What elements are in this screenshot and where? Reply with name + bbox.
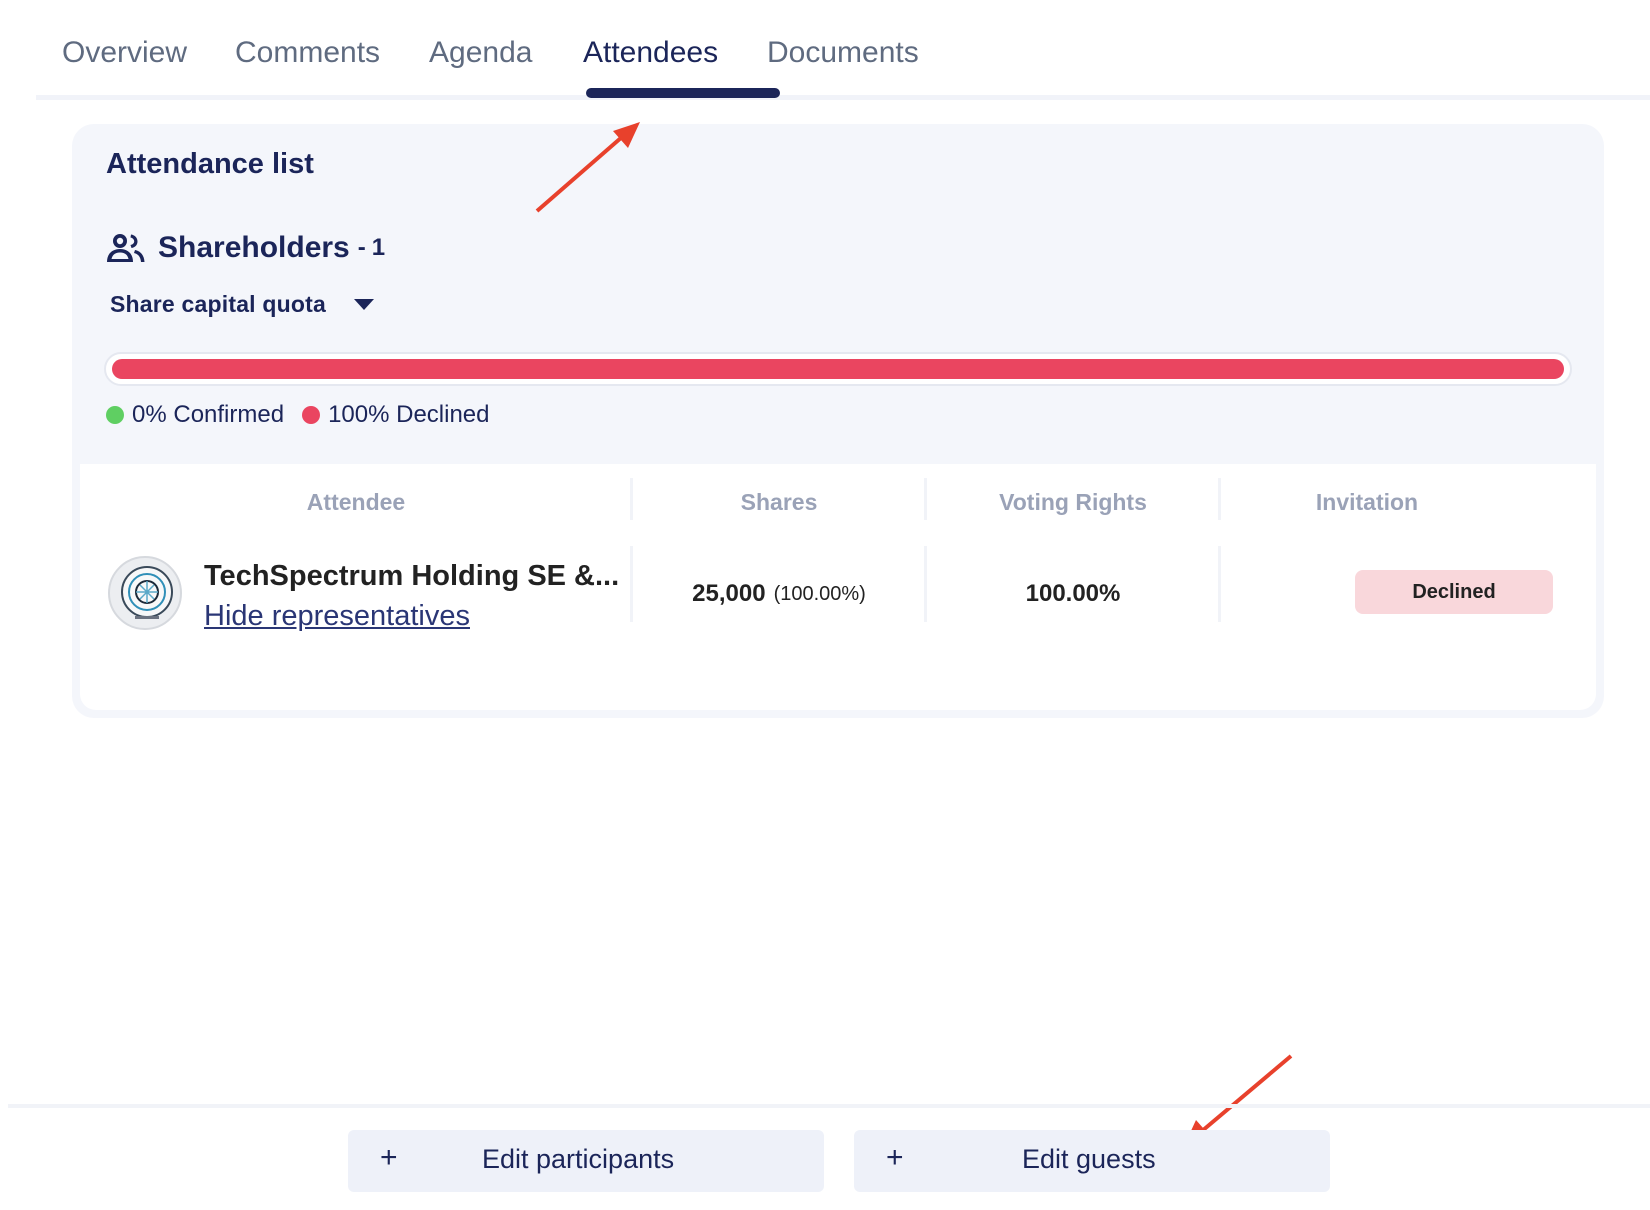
share-capital-quota-label: Share capital quota <box>110 290 326 317</box>
attendees-table: Attendee Shares Voting Rights Invitation <box>80 464 1596 710</box>
attendance-list-title: Attendance list <box>106 148 314 180</box>
tab-agenda[interactable]: Agenda <box>429 36 532 100</box>
tab-documents[interactable]: Documents <box>767 36 919 100</box>
attendance-card: Attendance list Shareholders - 1 Share c… <box>72 124 1604 718</box>
shareholders-label: Shareholders <box>158 231 350 264</box>
declined-dot <box>302 406 321 424</box>
shareholders-dash: - <box>357 234 366 261</box>
company-logo-icon <box>108 556 182 630</box>
attendee-name: TechSpectrum Holding SE &... <box>204 560 620 592</box>
caret-down-icon <box>353 298 374 310</box>
header-voting-rights: Voting Rights <box>999 488 1147 515</box>
invitation-status-badge: Declined <box>1355 570 1553 614</box>
voting-rights-cell: 100.00% <box>926 564 1220 624</box>
quota-progress-bar <box>104 352 1572 386</box>
shares-cell: 25,000 (100.00%) <box>632 564 926 624</box>
edit-guests-label: Edit guests <box>1022 1144 1156 1174</box>
header-attendee: Attendee <box>306 488 406 515</box>
plus-icon: + <box>886 1141 904 1174</box>
users-icon <box>107 234 145 262</box>
header-shares: Shares <box>740 488 818 515</box>
declined-progress-fill <box>112 359 1564 379</box>
edit-participants-label: Edit participants <box>482 1144 675 1174</box>
plus-icon: + <box>380 1141 398 1174</box>
shareholders-header: Shareholders - 1 <box>106 228 385 268</box>
confirmed-dot <box>106 406 124 424</box>
attendees-page: Overview Comments Agenda Attendees Docum… <box>0 0 1650 1210</box>
shares-value: 25,000 <box>692 580 766 607</box>
tab-comments[interactable]: Comments <box>235 36 380 100</box>
edit-guests-button[interactable]: + Edit guests <box>854 1130 1330 1192</box>
tab-bar: Overview Comments Agenda Attendees Docum… <box>36 0 1650 100</box>
footer-divider <box>8 1104 1650 1108</box>
shares-percentage: (100.00%) <box>773 582 866 605</box>
voting-rights-value: 100.00% <box>1025 580 1121 607</box>
edit-participants-button[interactable]: + Edit participants <box>348 1130 824 1192</box>
legend-confirmed: 0% Confirmed <box>106 401 284 429</box>
legend-declined: 100% Declined <box>302 401 490 429</box>
share-capital-quota-dropdown[interactable]: Share capital quota <box>110 286 374 322</box>
active-tab-indicator <box>586 88 780 98</box>
header-divider <box>630 478 633 520</box>
header-invitation: Invitation <box>1315 488 1419 515</box>
hide-representatives-link[interactable]: Hide representatives <box>204 600 470 633</box>
legend-confirmed-text: 0% Confirmed <box>132 401 285 428</box>
tab-overview[interactable]: Overview <box>62 36 187 100</box>
shareholders-count: 1 <box>371 234 386 261</box>
header-divider <box>1218 478 1221 520</box>
quota-legend: 0% Confirmed 100% Declined <box>106 398 508 432</box>
legend-declined-text: 100% Declined <box>328 401 490 428</box>
header-divider <box>924 478 927 520</box>
